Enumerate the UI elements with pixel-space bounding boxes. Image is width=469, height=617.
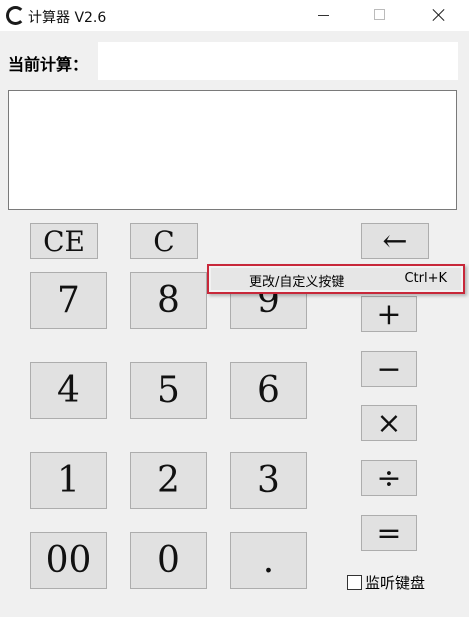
digit-7-button[interactable]: 7 (30, 272, 107, 329)
current-calc-label: 当前计算： (8, 55, 89, 74)
close-button[interactable] (416, 0, 462, 31)
ce-button[interactable]: CE (30, 223, 98, 259)
monitor-keyboard-toggle[interactable]: 监听键盘 (347, 572, 425, 593)
double-zero-button[interactable]: 00 (30, 532, 107, 589)
digit-2-button[interactable]: 2 (130, 452, 207, 509)
minimize-button[interactable] (300, 0, 346, 31)
context-menu-item-customize-keys[interactable]: 更改/自定义按键 Ctrl+K (211, 268, 461, 290)
app-icon (6, 6, 25, 25)
divide-button[interactable]: ÷ (361, 460, 417, 496)
context-menu-item-label: 更改/自定义按键 (249, 275, 345, 290)
decimal-point-button[interactable]: . (230, 532, 307, 589)
checkbox-icon[interactable] (347, 575, 362, 590)
digit-3-button[interactable]: 3 (230, 452, 307, 509)
monitor-keyboard-label: 监听键盘 (365, 574, 426, 592)
c-button[interactable]: C (130, 223, 198, 259)
multiply-button[interactable]: × (361, 405, 417, 441)
digit-5-button[interactable]: 5 (130, 362, 207, 419)
minus-button[interactable]: − (361, 351, 417, 387)
digit-0-button[interactable]: 0 (130, 532, 207, 589)
backspace-button[interactable]: ← (361, 223, 429, 259)
digit-6-button[interactable]: 6 (230, 362, 307, 419)
digit-4-button[interactable]: 4 (30, 362, 107, 419)
window-title: 计算器 V2.6 (28, 10, 107, 26)
digit-1-button[interactable]: 1 (30, 452, 107, 509)
context-menu: 更改/自定义按键 Ctrl+K (207, 264, 465, 294)
plus-button[interactable]: + (361, 296, 417, 332)
title-bar: 计算器 V2.6 (0, 0, 469, 31)
history-textarea[interactable] (8, 90, 457, 210)
context-menu-item-shortcut: Ctrl+K (404, 271, 447, 286)
current-calc-field[interactable] (98, 42, 458, 80)
equals-button[interactable]: = (361, 515, 417, 551)
digit-8-button[interactable]: 8 (130, 272, 207, 329)
maximize-button[interactable] (356, 0, 402, 31)
